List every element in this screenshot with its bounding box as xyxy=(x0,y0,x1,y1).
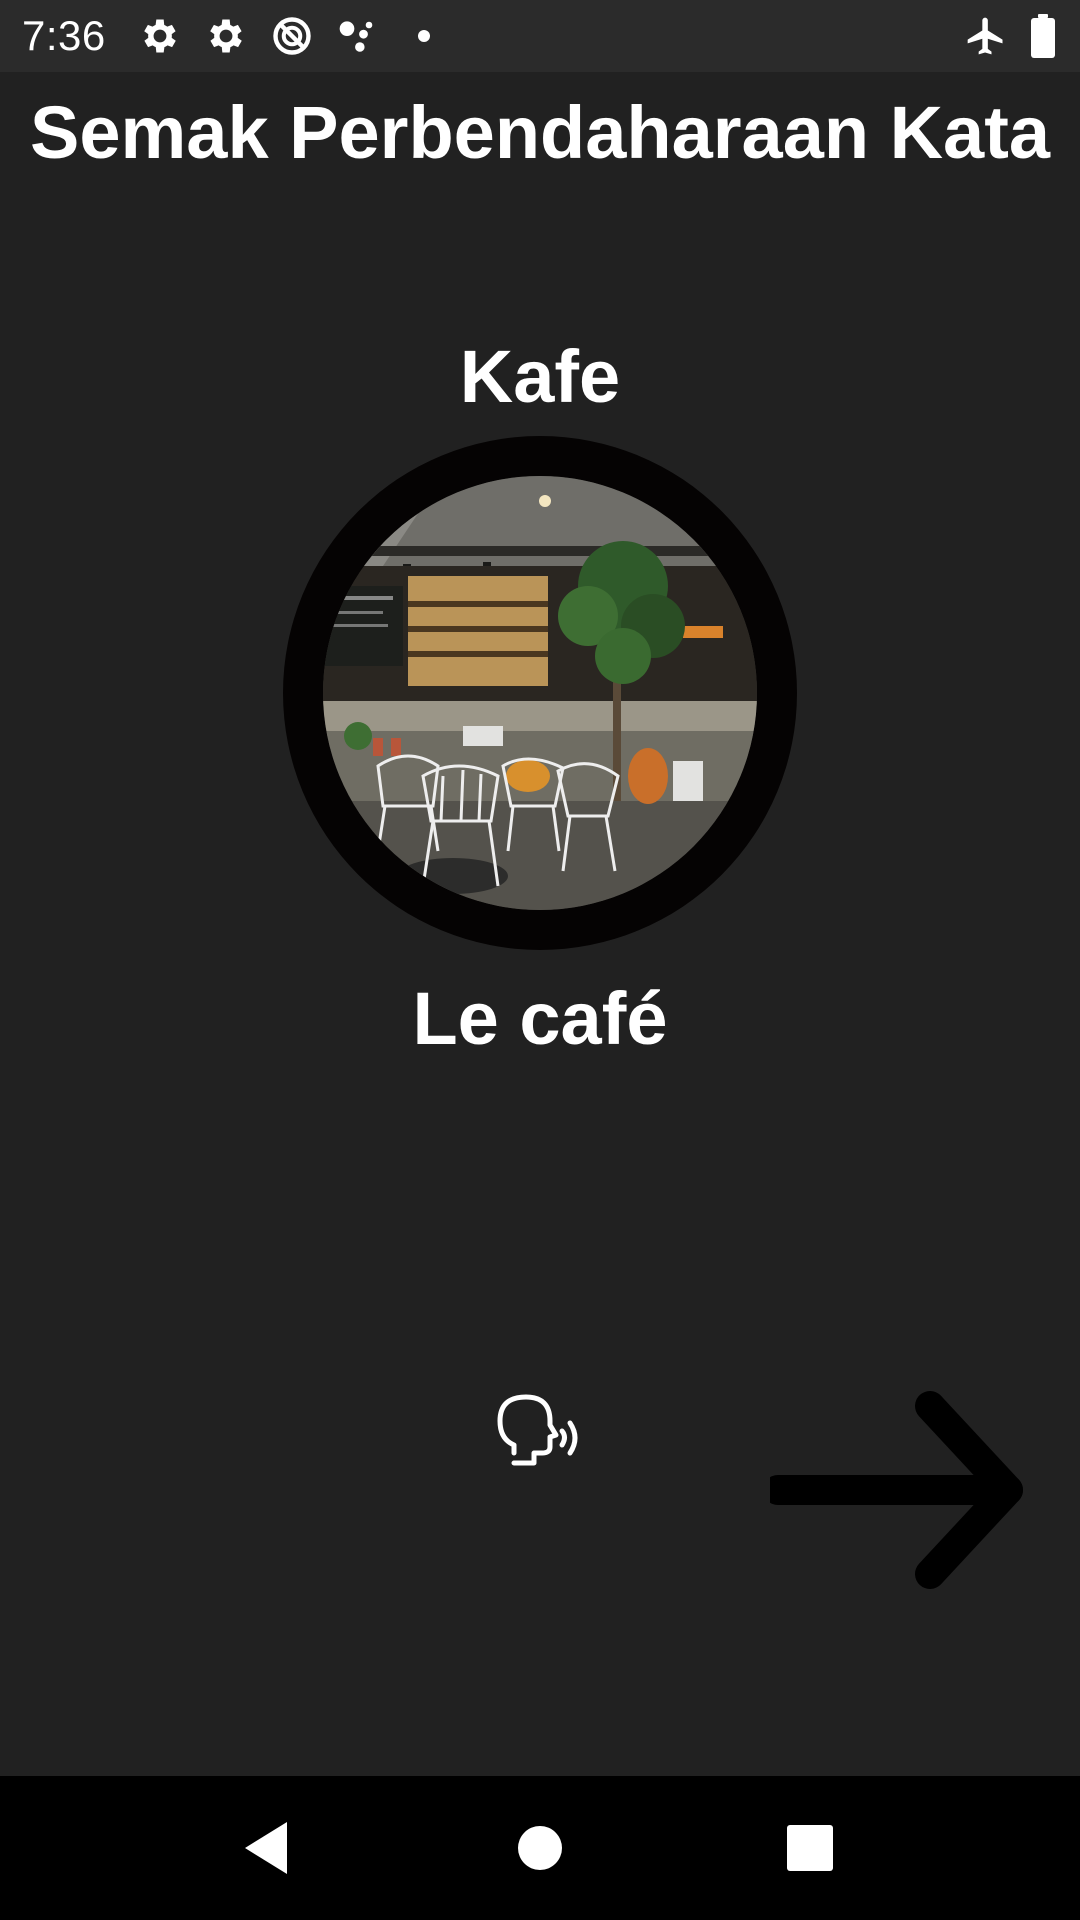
nav-home-button[interactable] xyxy=(500,1808,580,1888)
back-icon xyxy=(245,1822,287,1874)
nav-recents-button[interactable] xyxy=(770,1808,850,1888)
data-saver-icon xyxy=(270,14,314,63)
nav-back-button[interactable] xyxy=(227,1808,307,1888)
recents-icon xyxy=(787,1825,833,1871)
notification-dot-icon xyxy=(414,26,434,51)
status-time: 7:36 xyxy=(22,12,106,59)
next-button[interactable] xyxy=(763,1390,1030,1590)
speak-voice-icon xyxy=(497,1394,578,1466)
status-bar: 7:36 xyxy=(0,0,1080,72)
home-icon xyxy=(518,1826,562,1870)
speak-button[interactable] xyxy=(490,1380,590,1480)
word-image-frame xyxy=(283,436,797,950)
battery-icon xyxy=(1030,14,1056,63)
assistant-dots-icon xyxy=(336,14,380,63)
settings-icon xyxy=(204,14,248,63)
airplane-mode-icon xyxy=(964,14,1008,63)
system-nav-bar xyxy=(0,1776,1080,1920)
vocabulary-review-screen: Semak Perbendaharaan Kata Kafe Le café xyxy=(0,72,1080,1776)
word-target-label: Le café xyxy=(412,977,668,1060)
word-native-label: Kafe xyxy=(459,335,621,418)
arrow-right-icon xyxy=(763,1391,1023,1589)
page-title: Semak Perbendaharaan Kata xyxy=(29,91,1051,174)
cafe-photo xyxy=(323,476,757,910)
settings-icon xyxy=(138,14,182,63)
